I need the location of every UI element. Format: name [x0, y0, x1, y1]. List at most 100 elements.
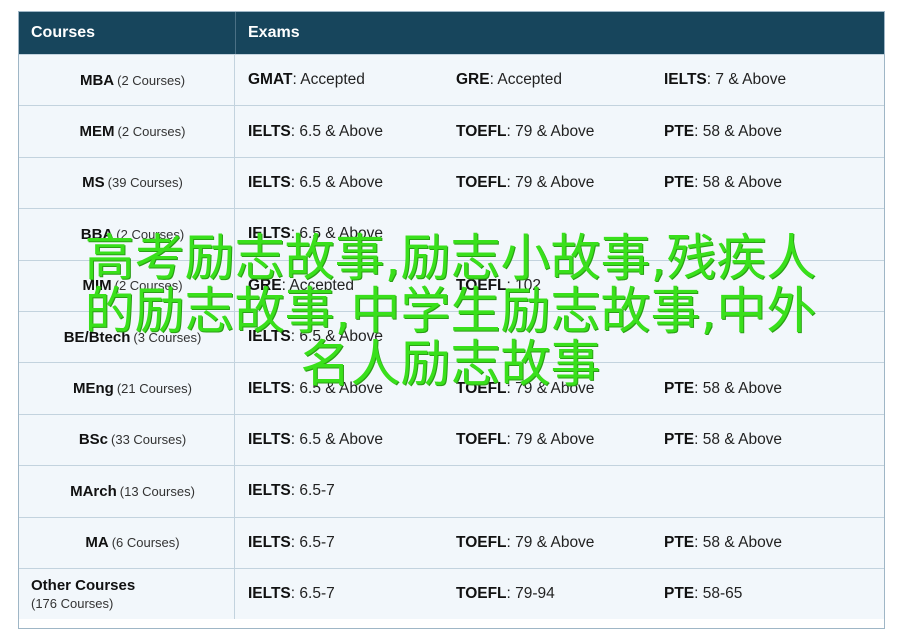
course-cell: BE/Btech (3 Courses) — [19, 311, 235, 363]
course-name-link[interactable]: BE/Btech — [64, 329, 131, 346]
exam-name: TOEFL — [456, 122, 507, 140]
course-cell: MIM (2 Courses) — [19, 260, 235, 311]
exam-requirement: PTE: 58-65 — [664, 585, 872, 603]
course-name-link[interactable]: MEng — [73, 380, 114, 397]
table-row: Other Courses (176 Courses) IELTS: 6.5-7 TO… — [19, 567, 884, 620]
exam-score: : 58 & Above — [694, 533, 783, 551]
exam-score: : Accepted — [292, 71, 365, 89]
exam-score: : 6.5 & Above — [290, 122, 383, 140]
course-count: (2 Courses) — [117, 72, 186, 88]
exam-score: : 79-94 — [506, 585, 555, 603]
course-count: (3 Courses) — [133, 329, 202, 345]
table-row: MEM (2 Courses) IELTS: 6.5 & Above TOEFL: 7… — [19, 105, 884, 157]
exam-requirement: IELTS: 6.5 & Above — [248, 225, 456, 243]
course-name-link[interactable]: MArch — [70, 483, 117, 500]
exam-name: IELTS — [248, 585, 291, 603]
exams-cell: GRE: Accepted TOEFL: 102 — [235, 261, 884, 311]
course-name-link[interactable]: MA — [85, 534, 108, 551]
exam-name: GMAT — [248, 71, 293, 89]
course-count: (13 Courses) — [119, 483, 195, 499]
exam-requirement: IELTS: 6.5-7 — [248, 585, 456, 603]
course-count: (39 Courses) — [107, 175, 183, 191]
exam-requirement: IELTS: 6.5-7 — [248, 534, 456, 552]
course-count: (2 Courses) — [114, 278, 183, 294]
exams-cell: IELTS: 6.5 & Above — [235, 209, 884, 259]
table-row: MEng (21 Courses) IELTS: 6.5 & Above TOEFL:… — [19, 362, 884, 414]
exam-requirement: PTE: 58 & Above — [664, 380, 872, 398]
exam-requirement: PTE: 58 & Above — [664, 534, 872, 552]
exams-cell: IELTS: 6.5 & Above — [235, 312, 884, 362]
exams-cell: IELTS: 6.5-7 TOEFL: 79-94 PTE: 58-65 — [235, 569, 884, 619]
exams-cell: IELTS: 6.5 & Above TOEFL: 79 & Above PTE: … — [235, 106, 884, 156]
course-name-link[interactable]: MS — [82, 174, 105, 191]
course-cell: MEng (21 Courses) — [19, 363, 235, 414]
course-cell: BBA (2 Courses) — [19, 209, 235, 260]
table-row: MBA (2 Courses) GMAT: Accepted GRE: Accepte… — [19, 54, 884, 106]
exam-name: IELTS — [248, 482, 291, 500]
table-row: BBA (2 Courses) IELTS: 6.5 & Above — [19, 208, 884, 260]
course-name-link[interactable]: BBA — [81, 226, 114, 243]
exam-name: TOEFL — [456, 173, 507, 191]
course-name-link[interactable]: MEM — [80, 123, 115, 140]
exam-name: TOEFL — [456, 585, 507, 603]
exam-score: : 79 & Above — [506, 430, 595, 448]
exam-name: PTE — [664, 533, 695, 551]
exams-column-header: Exams — [235, 12, 884, 54]
course-count: (21 Courses) — [116, 381, 192, 397]
course-name-link[interactable]: MBA — [80, 72, 114, 89]
exam-name: PTE — [664, 173, 695, 191]
exam-requirement: PTE: 58 & Above — [664, 174, 872, 192]
exam-score: : 79 & Above — [506, 122, 595, 140]
exam-name: PTE — [664, 379, 695, 397]
courses-exams-table: Courses Exams MBA (2 Courses) GMAT: Accept… — [18, 11, 885, 629]
exam-score: : 58-65 — [694, 585, 743, 603]
exam-score: : 58 & Above — [694, 379, 783, 397]
exam-requirement: TOEFL: 79 & Above — [456, 431, 664, 449]
exam-name: IELTS — [248, 533, 291, 551]
table-row: BE/Btech (3 Courses) IELTS: 6.5 & Above — [19, 310, 884, 363]
exam-requirement: TOEFL: 102 — [456, 277, 664, 295]
exam-score: : 6.5 & Above — [290, 173, 383, 191]
exam-name: IELTS — [248, 430, 291, 448]
exam-name: TOEFL — [456, 533, 507, 551]
exams-cell: IELTS: 6.5 & Above TOEFL: 79 & Above PTE: … — [235, 158, 884, 208]
exam-requirement: TOEFL: 79-94 — [456, 585, 664, 603]
course-cell: MS (39 Courses) — [19, 157, 235, 209]
exam-name: GRE — [248, 276, 282, 294]
exam-name: PTE — [664, 122, 695, 140]
exam-score: : 102 — [506, 276, 542, 294]
exam-name: PTE — [664, 585, 695, 603]
course-count: (176 Courses) — [31, 596, 114, 612]
course-count: (33 Courses) — [111, 432, 187, 448]
exam-score: : 6.5-7 — [290, 482, 335, 500]
course-name-link[interactable]: MIM — [82, 277, 111, 294]
exam-score: : 79 & Above — [506, 379, 595, 397]
exams-cell: IELTS: 6.5-7 — [235, 466, 884, 516]
exam-score: : 6.5 & Above — [290, 225, 383, 243]
course-cell: BSc (33 Courses) — [19, 414, 235, 466]
exam-name: TOEFL — [456, 276, 507, 294]
exam-requirement: GRE: Accepted — [248, 277, 456, 295]
exam-score: : 6.5-7 — [290, 585, 335, 603]
course-cell: MBA (2 Courses) — [19, 55, 235, 106]
exam-score: : 7 & Above — [706, 71, 787, 89]
exam-score: : 6.5 & Above — [290, 328, 383, 346]
exam-score: : 6.5-7 — [290, 533, 335, 551]
course-name-link[interactable]: Other Courses — [31, 577, 234, 594]
exams-cell: IELTS: 6.5 & Above TOEFL: 79 & Above PTE: … — [235, 363, 884, 413]
exam-requirement: PTE: 58 & Above — [664, 431, 872, 449]
course-name-link[interactable]: BSc — [79, 431, 108, 448]
exam-requirement: TOEFL: 79 & Above — [456, 380, 664, 398]
courses-column-header: Courses — [31, 24, 96, 41]
exam-score: : Accepted — [489, 71, 562, 89]
exam-score: : Accepted — [281, 276, 354, 294]
exam-name: IELTS — [248, 122, 291, 140]
exam-score: : 58 & Above — [694, 173, 783, 191]
exam-requirement: PTE: 58 & Above — [664, 123, 872, 141]
course-cell: Other Courses (176 Courses) — [19, 568, 235, 620]
exam-requirement: TOEFL: 79 & Above — [456, 174, 664, 192]
exam-name: GRE — [456, 71, 490, 89]
course-count: (6 Courses) — [111, 535, 180, 551]
exam-score: : 58 & Above — [694, 122, 783, 140]
table-header: Courses Exams — [19, 12, 884, 54]
